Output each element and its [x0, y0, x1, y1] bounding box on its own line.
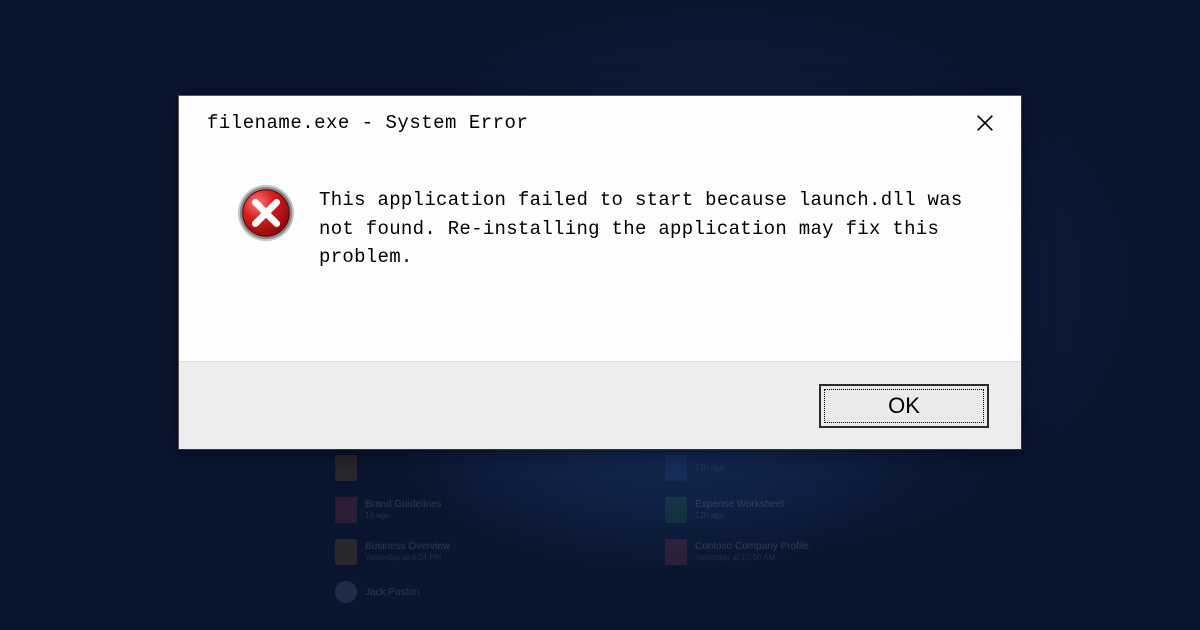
desktop-column-left: Brand Guidelines 1d ago Business Overvie…	[335, 455, 535, 603]
file-subtext: 12h ago	[695, 463, 724, 473]
error-icon	[235, 182, 297, 244]
file-icon	[335, 497, 357, 523]
list-item[interactable]: Brand Guidelines 1d ago	[335, 497, 535, 523]
file-name: Expense Worksheet	[695, 499, 784, 511]
file-subtext: 1d ago	[365, 511, 442, 521]
desktop-column-right: 12h ago Expense Worksheet 12h ago Contos…	[665, 455, 865, 603]
dialog-content: This application failed to start because…	[179, 150, 1021, 361]
file-subtext: Yesterday at 4:24 PM	[365, 553, 450, 563]
list-item[interactable]: Contoso Company Profile Yesterday at 10:…	[665, 539, 865, 565]
user-profile[interactable]: Jack Poston	[335, 581, 535, 603]
file-subtext: 12h ago	[695, 511, 784, 521]
file-name: Brand Guidelines	[365, 499, 442, 511]
error-dialog: filename.exe - System Error	[178, 95, 1022, 450]
list-item[interactable]: Business Overview Yesterday at 4:24 PM	[335, 539, 535, 565]
file-icon	[335, 539, 357, 565]
dialog-footer: OK	[179, 361, 1021, 449]
file-icon	[335, 455, 357, 481]
file-name: Business Overview	[365, 541, 450, 553]
desktop-files-area: Brand Guidelines 1d ago Business Overvie…	[0, 455, 1200, 603]
error-message: This application failed to start because…	[319, 180, 985, 272]
file-icon	[665, 539, 687, 565]
file-icon	[665, 455, 687, 481]
file-icon	[665, 497, 687, 523]
list-item[interactable]: 12h ago	[665, 455, 865, 481]
list-item[interactable]	[335, 455, 535, 481]
file-subtext: Yesterday at 10:50 AM	[695, 553, 809, 563]
close-icon	[974, 112, 996, 134]
file-name: Contoso Company Profile	[695, 541, 809, 553]
avatar	[335, 581, 357, 603]
list-item[interactable]: Expense Worksheet 12h ago	[665, 497, 865, 523]
dialog-title: filename.exe - System Error	[207, 112, 528, 134]
close-button[interactable]	[967, 105, 1003, 141]
ok-button-label: OK	[888, 393, 920, 419]
user-name: Jack Poston	[365, 587, 419, 598]
dialog-titlebar[interactable]: filename.exe - System Error	[179, 96, 1021, 150]
ok-button[interactable]: OK	[819, 384, 989, 428]
